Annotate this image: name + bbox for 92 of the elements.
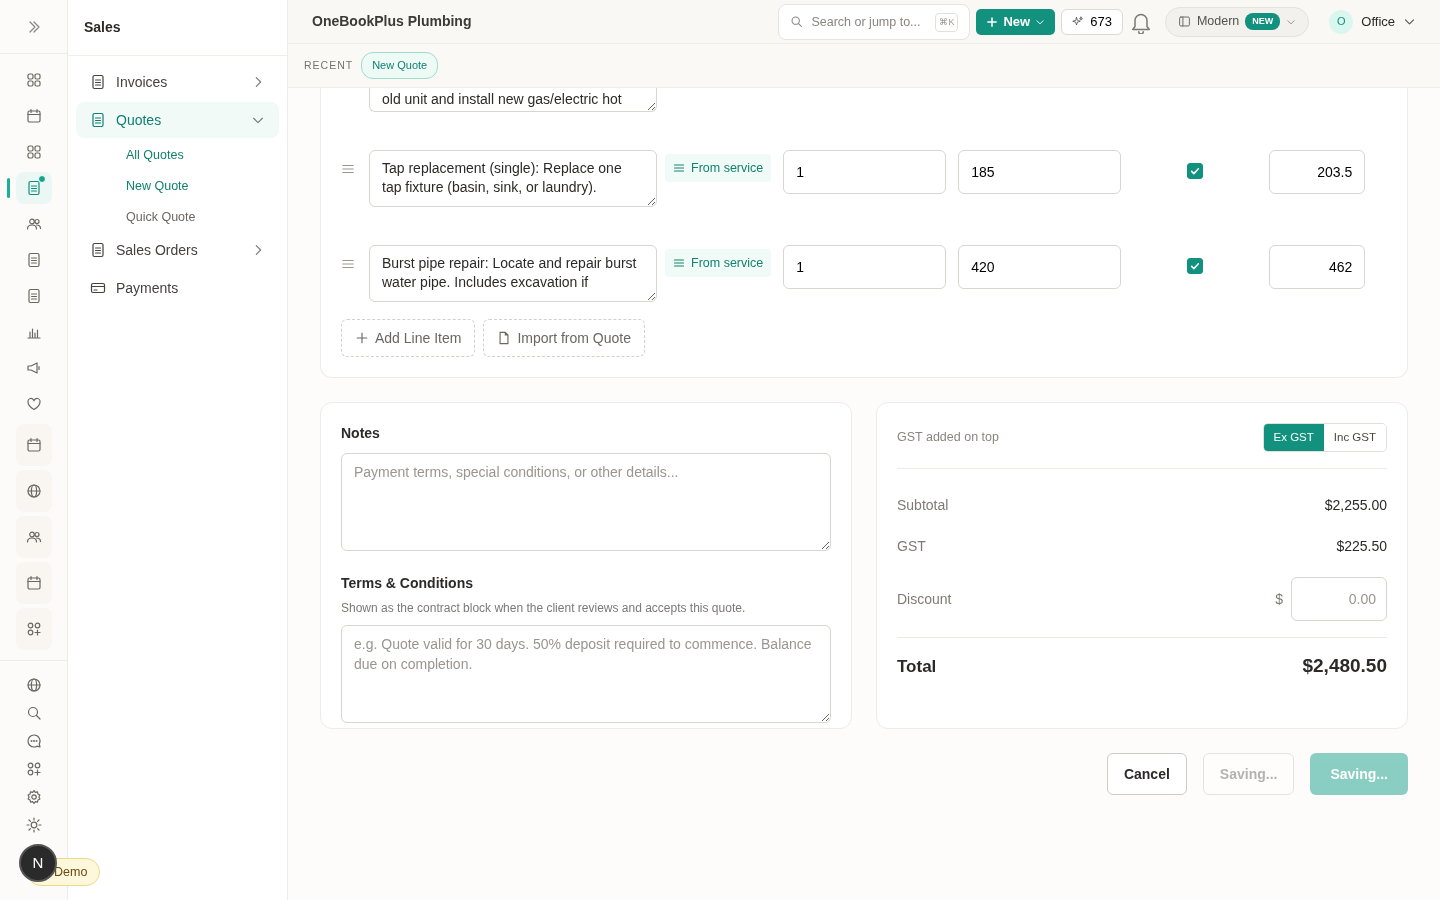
description-field[interactable]: old unit and install new gas/electric hot [369,88,657,112]
tax-checkbox[interactable] [1187,258,1204,274]
search-icon [790,14,804,28]
total-value: $2,255.00 [1324,496,1387,516]
plus-icon [986,15,999,28]
people-icon [25,529,42,545]
source-tag: From service [665,249,772,277]
sun-icon [25,817,42,833]
add-line-button[interactable]: Add Line Item [341,319,476,357]
notes-field[interactable]: Payment terms, special conditions, or other details... [341,453,831,551]
list-icon [673,162,685,174]
total-value: $2,480.50 [1302,654,1387,679]
sidebar-item[interactable]: Invoices [76,64,279,100]
sidebar-item[interactable]: Payments [76,270,279,307]
credits-button[interactable]: 673 [1061,8,1123,35]
new-button[interactable]: New [976,8,1056,35]
currency-symbol: $ [1275,589,1283,609]
grid-icon [25,72,42,88]
search-icon [25,705,42,721]
section-title: Sales [68,0,287,56]
total-label: Total [897,655,937,678]
field-hint: Shown as the contract block when the client reviews and accepts this quote. [341,600,747,617]
user-menu[interactable]: O Office [1329,9,1416,34]
field-label: Notes [341,424,381,443]
grid-icon [25,144,42,160]
document-icon [90,74,106,90]
megaphone-icon [25,360,42,376]
plus-icon [355,331,369,345]
list-icon [341,257,355,271]
total-label: Subtotal [897,496,949,516]
layout-icon [1177,15,1191,28]
nav-button[interactable] [15,424,52,466]
document-icon [25,288,42,304]
company-name: OneBookPlus Plumbing [312,12,473,31]
total-label: GST [897,537,926,557]
recent-chip[interactable]: New Quote [361,52,439,79]
quantity-field[interactable]: 1 [783,150,947,194]
chat-icon [25,733,42,749]
heart-icon [25,396,42,412]
apps-icon [25,621,42,637]
list-icon [673,257,685,269]
calendar-icon [25,575,42,591]
people-icon [25,216,42,232]
settings-icon [25,789,42,805]
drag-handle[interactable] [341,162,357,176]
description-field[interactable]: Burst pipe repair: Locate and repair burst water pipe. Includes excavation if [369,245,657,302]
document-icon [90,242,106,259]
quantity-field[interactable]: 1 [783,245,947,289]
terms-field[interactable]: e.g. Quote valid for 30 days. 50% deposit required to commence. Balance due on completion. [341,625,831,723]
apps-icon [25,761,42,777]
field-label: Terms & Conditions [341,574,474,593]
source-tag: From service [665,154,772,182]
globe-icon [25,483,42,499]
sidebar-subitem[interactable]: Quick Quote [76,201,279,233]
calendar-icon [25,108,42,124]
nav-button[interactable] [15,470,52,512]
sidebar-subitem[interactable]: All Quotes [76,140,279,171]
tax-checkbox[interactable] [1187,163,1204,179]
sidebar-subitem[interactable]: New Quote [76,170,279,202]
user-name: Office [1361,12,1395,31]
recent-label: RECENT [304,57,354,73]
nav-button[interactable] [15,516,52,558]
price-field[interactable]: 420 [958,245,1122,289]
check-icon [1189,165,1202,177]
list-icon [341,162,355,176]
calendar-icon [25,437,42,453]
import-button[interactable]: Import from Quote [483,319,645,357]
sidebar-item[interactable]: Quotes [76,102,279,138]
total-value: $225.50 [1336,537,1387,557]
shortcut-hint: ⌘K [935,12,959,32]
sparkle-icon [1072,15,1085,28]
discount-field[interactable]: 0.00 [1291,577,1387,622]
total-label: Discount [897,589,952,609]
document-icon [90,112,106,128]
view-switcher[interactable]: Modern NEW [1164,6,1310,37]
drag-handle[interactable] [341,257,357,271]
document-icon [25,252,42,268]
total-field[interactable]: 462 [1269,245,1366,289]
gst-note: GST added on top [897,429,999,447]
file-icon [497,331,512,345]
sidebar-item[interactable]: Sales Orders [76,232,279,269]
nav-button[interactable] [15,562,52,604]
description-field[interactable]: Tap replacement (single): Replace one tap fixture (basin, sink, or laundry). [369,150,657,207]
toggle-option[interactable]: Ex GST [1263,424,1324,452]
document-icon [25,180,42,196]
globe-icon [25,677,42,693]
price-field[interactable]: 185 [958,150,1122,194]
total-field[interactable]: 203.5 [1269,150,1366,194]
user-avatar: O [1329,9,1354,34]
nav-button[interactable] [15,608,52,650]
check-icon [1189,260,1202,272]
cancel-button[interactable]: Cancel [1106,753,1187,795]
